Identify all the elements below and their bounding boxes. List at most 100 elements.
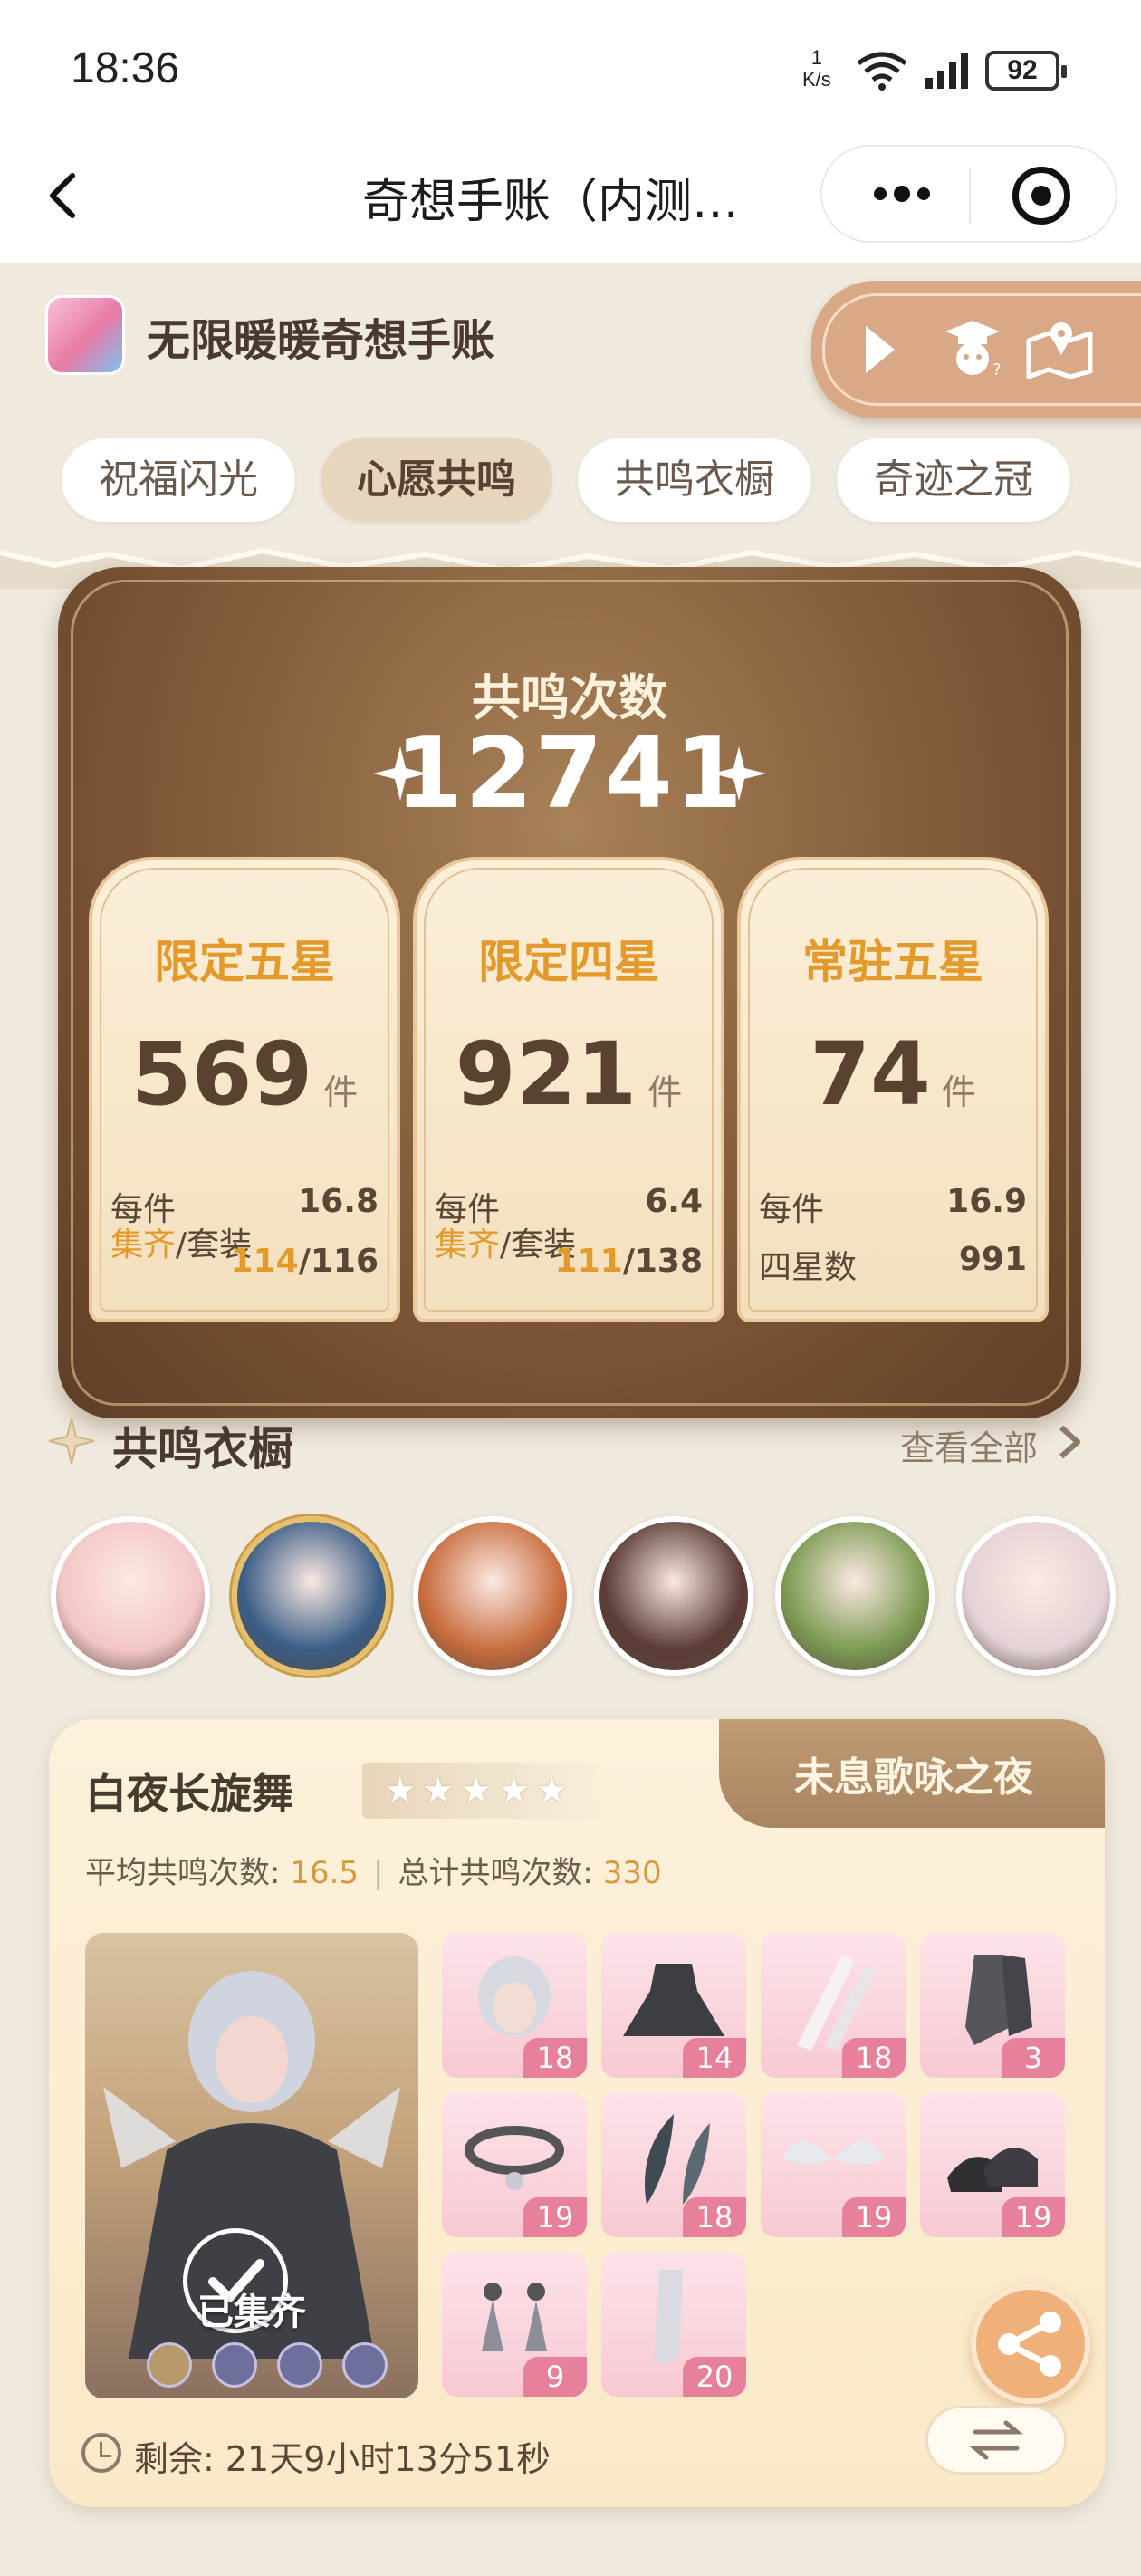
suit-event-banner: 未息歌咏之夜 [719, 1719, 1105, 1828]
per-item-row: 每件 6.4 [435, 1183, 703, 1230]
stats-divider: | [372, 1855, 384, 1891]
subcard-title: 限定四星 [478, 936, 659, 988]
tab-blessing-flash[interactable]: 祝福闪光 [62, 438, 295, 522]
view-all-link[interactable]: 查看全部 [900, 1420, 1038, 1470]
item-count: 3 [1002, 2038, 1065, 2078]
ability-icon[interactable] [277, 2342, 322, 2388]
subcard-unit: 件 [323, 1072, 359, 1112]
per-item-value: 16.9 [946, 1183, 1027, 1220]
status-time: 18:36 [71, 44, 180, 92]
subcard-value: 921 件 [417, 1024, 721, 1125]
network-speed-value: 1 [810, 46, 823, 69]
per-item-row: 每件 16.9 [759, 1183, 1027, 1230]
subcard-unit: 件 [941, 1072, 976, 1112]
nav-bar: 奇想手账（内测… [0, 145, 1141, 263]
suit-item-socks[interactable]: 3 [920, 1933, 1065, 2078]
subcard-count: 74 [810, 1024, 931, 1125]
suit-item-dress[interactable]: 14 [601, 1933, 746, 2078]
suit-item-earrings[interactable]: 9 [442, 2252, 587, 2397]
sparkle-icon [712, 746, 766, 801]
suit-hero-image[interactable]: 已集齐 [85, 1933, 418, 2398]
close-program-icon[interactable] [1012, 167, 1070, 225]
remaining-time: 剩余: 21天9小时13分51秒 [134, 2439, 551, 2479]
status-bar: 18:36 1 K/s 92 [0, 0, 1141, 145]
per-item-label: 每件 [435, 1191, 501, 1228]
suit-item-choker[interactable]: 19 [442, 2092, 587, 2237]
suit-detail-card: 未息歌咏之夜 白夜长旋舞 ★★★★★ 平均共鸣次数: 16.5 | 总计共鸣次数: … [49, 1719, 1105, 2507]
per-item-label: 每件 [110, 1191, 177, 1228]
capsule-divider [969, 168, 971, 223]
subcard-value: 569 件 [92, 1024, 397, 1125]
collected-value: 114/116 [110, 1243, 379, 1280]
item-count: 20 [683, 2357, 746, 2397]
more-icon[interactable] [869, 183, 935, 205]
app-logo [45, 295, 125, 375]
item-count: 19 [523, 2197, 587, 2237]
four-star-count-value: 991 [958, 1241, 1027, 1278]
item-count: 19 [1002, 2197, 1065, 2237]
clock-icon [82, 2433, 121, 2473]
tab-wish-resonance[interactable]: 心愿共鸣 [321, 438, 552, 522]
wifi-icon [857, 52, 907, 91]
per-item-row: 每件 16.8 [110, 1183, 379, 1230]
item-count: 18 [683, 2197, 746, 2237]
item-count: 19 [842, 2197, 906, 2237]
suit-avatar[interactable] [594, 1516, 753, 1676]
ability-icons [94, 2339, 409, 2393]
share-icon [998, 2312, 1061, 2377]
suit-item-hair[interactable]: 18 [442, 1933, 587, 2078]
suit-avatar[interactable] [51, 1516, 210, 1676]
suit-item-wings[interactable]: 19 [761, 2092, 906, 2237]
four-star-count-label: 四星数 [759, 1249, 858, 1286]
page-content: 无限暖暖奇想手账 ? 祝福闪光 心愿共鸣 共鸣衣橱 奇迹之冠 共鸣次数 1274… [0, 263, 1141, 2576]
subcard-value: 74 件 [741, 1024, 1045, 1125]
suit-stats: 平均共鸣次数: 16.5 | 总计共鸣次数: 330 [85, 1848, 662, 1892]
event-name: 未息歌咏之夜 [794, 1754, 1033, 1801]
subcard-count: 569 [130, 1024, 313, 1125]
suit-name: 白夜长旋舞 [85, 1769, 293, 1818]
total-resonance-label: 总计共鸣次数: [398, 1855, 603, 1891]
battery-indicator: 92 [985, 51, 1067, 91]
collected-count: 111 [554, 1243, 623, 1280]
tool-drawer[interactable]: ? [811, 281, 1141, 418]
suit-avatar[interactable] [775, 1516, 935, 1676]
tab-miracle-crown[interactable]: 奇迹之冠 [837, 438, 1070, 522]
suit-item-shoes[interactable]: 19 [920, 2092, 1065, 2237]
subcard-count: 921 [455, 1024, 638, 1125]
suit-avatar-selected[interactable] [232, 1516, 391, 1676]
four-star-count-row: 四星数 991 [759, 1241, 1027, 1288]
item-count: 18 [523, 2038, 587, 2078]
subcard-title: 限定五星 [154, 936, 335, 988]
switch-button[interactable] [925, 2406, 1067, 2475]
section-star-icon [48, 1418, 95, 1465]
suit-item-stockings[interactable]: 20 [601, 2252, 746, 2397]
ability-icon[interactable] [212, 2342, 257, 2388]
suit-total: /138 [622, 1243, 703, 1280]
collected-status: 已集齐 [197, 2292, 306, 2333]
resonance-stats-card: 共鸣次数 12741 限定五星 569 件 每件 16.8 集齐/套装 114/1… [58, 567, 1081, 1418]
suit-avatar[interactable] [413, 1516, 572, 1676]
network-speed-unit: K/s [802, 68, 831, 91]
suit-item-hairpin[interactable]: 18 [601, 2092, 746, 2237]
collected-value: 111/138 [435, 1243, 703, 1280]
limited-four-star-card: 限定四星 921 件 每件 6.4 集齐/套装 111/138 [413, 857, 724, 1322]
suit-item-gloves[interactable]: 18 [761, 1933, 906, 2078]
back-icon[interactable] [36, 168, 91, 223]
ability-icon[interactable] [342, 2342, 388, 2388]
map-icon[interactable] [1025, 315, 1094, 379]
tab-resonance-wardrobe[interactable]: 共鸣衣橱 [578, 438, 811, 522]
play-icon[interactable] [866, 326, 895, 373]
chevron-right-icon[interactable] [1056, 1424, 1083, 1460]
standard-five-star-card: 常驻五星 74 件 每件 16.9 四星数 991 [737, 857, 1049, 1322]
collected-count: 114 [230, 1243, 299, 1280]
suit-avatar[interactable] [956, 1516, 1116, 1676]
avg-resonance-value: 16.5 [290, 1855, 359, 1891]
page-title: 奇想手账（内测… [362, 175, 740, 229]
scholar-bear-icon[interactable]: ? [938, 315, 1007, 379]
item-count: 14 [683, 2038, 746, 2078]
network-speed: 1 K/s [802, 47, 831, 91]
subcard-unit: 件 [647, 1072, 683, 1112]
ability-icon[interactable] [147, 2342, 192, 2388]
share-button[interactable] [971, 2284, 1090, 2404]
signal-icon [925, 53, 968, 89]
